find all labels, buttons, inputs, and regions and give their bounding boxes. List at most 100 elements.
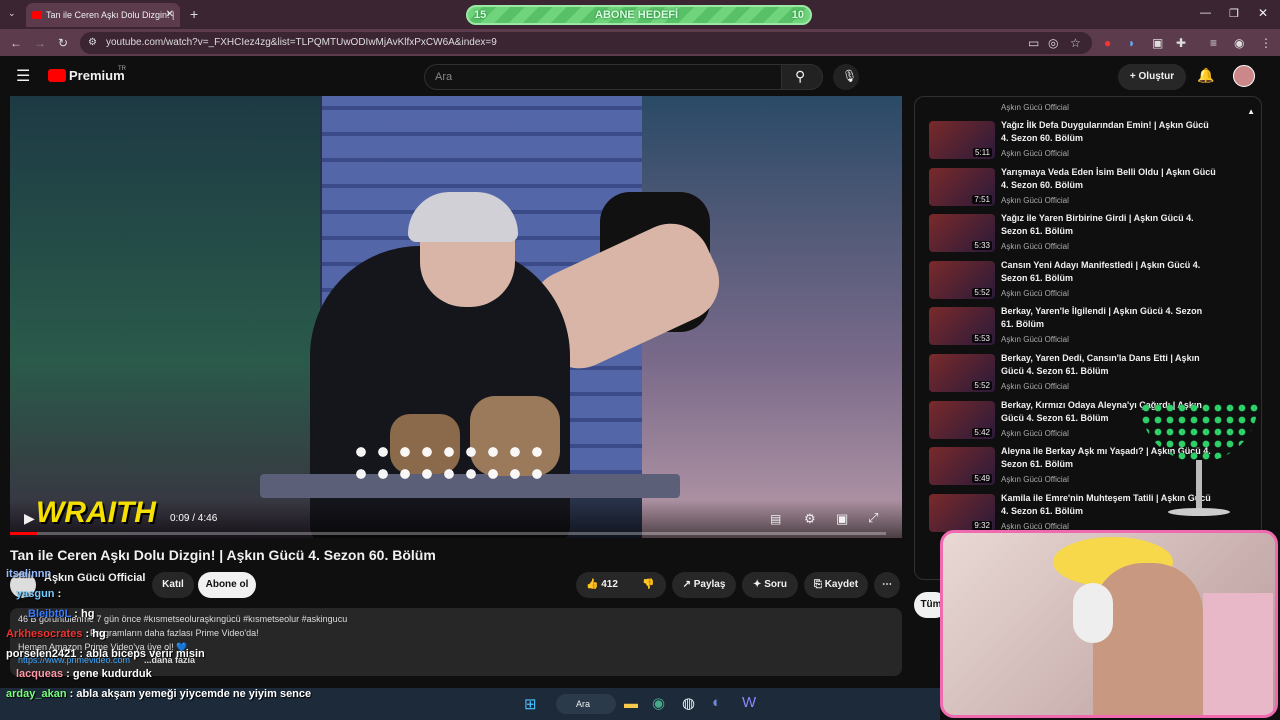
sidebar-video-channel: Aşkın Gücü Official	[1001, 288, 1069, 298]
microphone-icon: 🎙	[842, 69, 858, 83]
video-title: Tan ile Ceren Aşkı Dolu Dizgin! | Aşkın …	[10, 547, 436, 563]
video-thumbnail[interactable]: 9:32	[929, 493, 995, 532]
ask-button[interactable]: ✦ Soru	[742, 572, 798, 598]
back-icon[interactable]: ←	[10, 36, 22, 50]
extension-audio-icon[interactable]: ◗	[1128, 36, 1135, 50]
url-bar[interactable]: ⚙ youtube.com/watch?v=_FXHCIez4zg&list=T…	[80, 32, 1092, 54]
obs-icon[interactable]: ◍	[682, 694, 695, 712]
search-input[interactable]: Ara	[424, 64, 782, 90]
hide-icon[interactable]: ◎	[1048, 36, 1058, 50]
premium-logo-text[interactable]: Premium	[69, 68, 125, 83]
youtube-favicon-icon	[32, 11, 42, 19]
video-thumbnail[interactable]: 5:33	[929, 214, 995, 253]
video-thumbnail[interactable]: 5:52	[929, 354, 995, 392]
video-thumbnail[interactable]: 5:11	[929, 121, 995, 159]
video-time: 0:09 / 4:46	[170, 513, 218, 524]
chrome-icon[interactable]: ◉	[652, 694, 665, 712]
sidebar-video-item[interactable]: 7:51 Yarışmaya Veda Eden İsim Belli Oldu …	[929, 166, 1229, 210]
profile-icon[interactable]: ◉	[1234, 36, 1244, 50]
video-progress-bar[interactable]	[10, 532, 886, 535]
thumbs-down-icon[interactable]: 👎	[642, 572, 654, 598]
search-placeholder: Ara	[435, 71, 453, 83]
play-icon[interactable]: ▶	[24, 510, 35, 527]
windows-start-icon[interactable]: ⊞	[524, 695, 537, 713]
sidebar-video-channel: Aşkın Gücü Official	[1001, 475, 1069, 485]
sidebar-video-title[interactable]: Berkay, Yaren Dedi, Cansın'la Dans Etti …	[1001, 352, 1217, 378]
subscribe-button[interactable]: Abone ol	[198, 572, 256, 598]
extension-red-icon[interactable]: ●	[1104, 36, 1111, 50]
channel-name[interactable]: Aşkın Gücü Official	[44, 572, 145, 584]
new-tab-icon[interactable]: +	[190, 6, 198, 22]
extensions-puzzle-icon[interactable]: ✚	[1176, 36, 1186, 50]
description-box[interactable]: 46 B görüntülenme 7 gün önce #kısmetseol…	[10, 608, 902, 676]
like-button[interactable]: 👍 412 👎	[576, 572, 666, 598]
close-window-icon[interactable]: ✕	[1258, 6, 1268, 20]
bookmark-star-icon[interactable]: ☆	[1070, 36, 1081, 50]
save-button[interactable]: ⎘ Kaydet	[804, 572, 868, 598]
sidebar-video-title[interactable]: Yağız İlk Defa Duygularından Emin! | Aşk…	[1001, 119, 1217, 145]
app-icon[interactable]: W	[742, 694, 756, 711]
fullscreen-icon[interactable]: ⤢	[868, 510, 878, 526]
sidebar-video-item[interactable]: 5:52 Cansın Yeni Adayı Manifestledi | Aşk…	[929, 259, 1229, 303]
sidebar-video-item[interactable]: 5:11 Yağız İlk Defa Duygularından Emin! |…	[929, 119, 1229, 163]
sidebar-video-title[interactable]: Yarışmaya Veda Eden İsim Belli Oldu | Aş…	[1001, 166, 1217, 192]
subscriber-goal-bar: 15 ABONE HEDEFİ 10	[466, 5, 812, 25]
sidebar-video-title[interactable]: Yağız ile Yaren Birbirine Girdi | Aşkın …	[1001, 212, 1217, 238]
sidebar-video-title[interactable]: Berkay, Yaren'le İlgilendi | Aşkın Gücü …	[1001, 305, 1217, 331]
site-info-icon[interactable]: ⚙	[88, 32, 97, 54]
sidebar-video-item[interactable]: 5:33 Yağız ile Yaren Birbirine Girdi | Aş…	[929, 212, 1229, 256]
thumbs-up-icon: 👍	[586, 579, 602, 590]
chat-text: : abla akşam yemeği yiycemde ne yiyim se…	[69, 688, 312, 700]
search-button[interactable]: ⚲	[781, 64, 823, 90]
video-player[interactable]	[10, 96, 902, 538]
file-explorer-icon[interactable]: ▬	[624, 695, 638, 711]
scroll-up-icon[interactable]: ▲	[1247, 107, 1255, 116]
sidebar-video-item[interactable]: 5:52 Berkay, Yaren Dedi, Cansın'la Dans E…	[929, 352, 1229, 396]
tab-search-icon[interactable]: ⌄	[8, 8, 16, 19]
ask-label: Soru	[764, 579, 787, 590]
video-thumbnail[interactable]: 5:53	[929, 307, 995, 346]
sidebar-video-channel: Aşkın Gücü Official	[1001, 335, 1069, 345]
miniplayer-icon[interactable]: ▣	[836, 511, 848, 527]
chat-message: itsalinnn	[6, 568, 51, 580]
settings-gear-icon[interactable]: ⚙	[804, 511, 816, 527]
minimize-icon[interactable]: —	[1200, 7, 1211, 19]
subtitles-icon[interactable]: ▤	[770, 512, 781, 526]
video-frame-hair	[408, 192, 518, 242]
extension-icon[interactable]: ▣	[1152, 36, 1163, 50]
glass-stem	[1196, 460, 1202, 510]
discord-icon[interactable]: ◐	[712, 694, 721, 711]
hamburger-menu-icon[interactable]: ☰	[16, 66, 30, 86]
video-thumbnail[interactable]: 7:51	[929, 167, 995, 206]
voice-search-button[interactable]: 🎙	[833, 64, 859, 90]
more-actions-icon[interactable]: ⋯	[874, 572, 900, 598]
restore-icon[interactable]: ❐	[1229, 7, 1239, 20]
reload-icon[interactable]: ↻	[58, 36, 68, 50]
chat-message: Bleibt0L : hg	[28, 608, 94, 620]
video-thumbnail[interactable]: 5:42	[929, 400, 995, 439]
taskbar-search[interactable]: Ara	[556, 694, 616, 714]
video-duration: 9:32	[972, 520, 992, 530]
sidebar-video-title[interactable]: Cansın Yeni Adayı Manifestledi | Aşkın G…	[1001, 259, 1217, 285]
plus-icon: +	[1129, 71, 1139, 82]
close-tab-icon[interactable]: ✕	[166, 3, 174, 27]
youtube-logo-icon[interactable]	[48, 69, 66, 82]
share-button[interactable]: ↗ Paylaş	[672, 572, 736, 598]
browser-tab[interactable]: Tan ile Ceren Aşkı Dolu Dizgin! | ✕	[26, 3, 180, 27]
video-thumbnail[interactable]: 5:52	[929, 260, 995, 299]
join-button[interactable]: Katıl	[152, 572, 194, 598]
chat-text: :	[57, 588, 62, 600]
reading-list-icon[interactable]: ≡	[1210, 36, 1217, 50]
save-label: Kaydet	[824, 579, 859, 590]
create-button[interactable]: + Oluştur	[1118, 64, 1186, 90]
notifications-bell-icon[interactable]: 🔔	[1197, 67, 1214, 84]
forward-icon[interactable]: →	[34, 36, 46, 50]
cast-icon[interactable]: ▭	[1028, 36, 1039, 50]
video-thumbnail[interactable]: 5:49	[929, 447, 995, 486]
menu-kebab-icon[interactable]: ⋮	[1260, 36, 1272, 50]
windows-taskbar: arday_akan : abla akşam yemeği yiycemde …	[0, 688, 940, 720]
sidebar-video-channel: Aşkın Gücü Official	[1001, 242, 1069, 252]
avatar[interactable]	[1233, 65, 1255, 87]
sidebar-video-item[interactable]: 5:53 Berkay, Yaren'le İlgilendi | Aşkın G…	[929, 305, 1229, 349]
cherry-blossom-chair	[1203, 593, 1273, 715]
